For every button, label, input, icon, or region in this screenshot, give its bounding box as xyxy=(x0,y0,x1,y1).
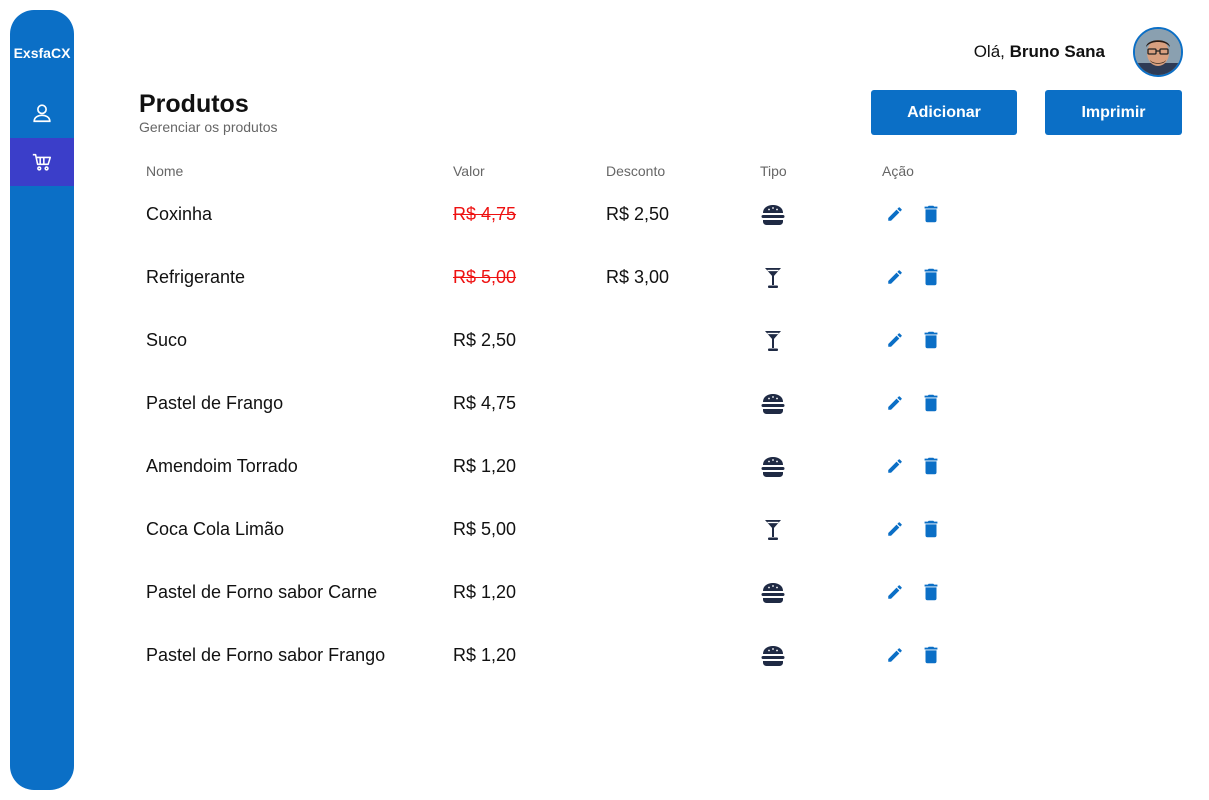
edit-icon[interactable] xyxy=(886,520,904,538)
trash-icon[interactable] xyxy=(920,329,942,351)
edit-icon[interactable] xyxy=(886,457,904,475)
edit-icon[interactable] xyxy=(886,394,904,412)
column-header-type: Tipo xyxy=(760,163,787,179)
greeting-prefix: Olá, xyxy=(973,42,1010,61)
edit-icon[interactable] xyxy=(886,646,904,664)
cocktail-icon xyxy=(760,519,786,541)
cocktail-icon xyxy=(760,267,786,289)
user-name: Bruno Sana xyxy=(1009,42,1105,61)
burger-icon xyxy=(760,582,786,604)
sidebar-item-users[interactable] xyxy=(10,89,74,137)
product-name: Pastel de Forno sabor Frango xyxy=(146,645,386,665)
table-row: Coxinha R$ 4,75 R$ 2,50 xyxy=(0,202,1209,265)
page-title: Produtos xyxy=(139,90,249,118)
edit-icon[interactable] xyxy=(886,583,904,601)
user-greeting: Olá, Bruno Sana xyxy=(974,42,1105,62)
user-icon xyxy=(33,104,51,123)
product-value: R$ 1,20 xyxy=(453,582,517,602)
brand-logo: ExsfaCX xyxy=(13,45,71,61)
print-button[interactable]: Imprimir xyxy=(1045,90,1182,135)
trash-icon[interactable] xyxy=(920,266,942,288)
cart-icon xyxy=(32,153,52,171)
product-value: R$ 4,75 xyxy=(453,393,517,413)
column-header-name: Nome xyxy=(146,163,184,179)
table-row: Pastel de Forno sabor Carne R$ 1,20 xyxy=(0,580,1209,643)
product-discount: R$ 3,00 xyxy=(606,267,670,287)
add-product-button[interactable]: Adicionar xyxy=(871,90,1017,135)
table-row: Pastel de Forno sabor Frango R$ 1,20 xyxy=(0,643,1209,706)
column-header-action: Ação xyxy=(882,163,914,179)
avatar-photo xyxy=(1135,29,1181,75)
page-subtitle: Gerenciar os produtos xyxy=(139,119,278,135)
product-name: Pastel de Forno sabor Carne xyxy=(146,582,378,602)
burger-icon xyxy=(760,204,786,226)
edit-icon[interactable] xyxy=(886,268,904,286)
product-name: Coxinha xyxy=(146,204,213,224)
burger-icon xyxy=(760,456,786,478)
burger-icon xyxy=(760,645,786,667)
product-value: R$ 5,00 xyxy=(453,519,517,539)
table-row: Amendoim Torrado R$ 1,20 xyxy=(0,454,1209,517)
product-value: R$ 1,20 xyxy=(453,456,517,476)
table-row: Pastel de Frango R$ 4,75 xyxy=(0,391,1209,454)
trash-icon[interactable] xyxy=(920,581,942,603)
trash-icon[interactable] xyxy=(920,203,942,225)
column-header-value: Valor xyxy=(453,163,485,179)
product-discount: R$ 2,50 xyxy=(606,204,670,224)
trash-icon[interactable] xyxy=(920,455,942,477)
edit-icon[interactable] xyxy=(886,205,904,223)
cocktail-icon xyxy=(760,330,786,352)
sidebar-item-products[interactable] xyxy=(10,138,74,186)
product-value: R$ 4,75 xyxy=(453,204,517,224)
table-row: Suco R$ 2,50 xyxy=(0,328,1209,391)
trash-icon[interactable] xyxy=(920,392,942,414)
burger-icon xyxy=(760,393,786,415)
product-name: Suco xyxy=(146,330,188,350)
table-row: Refrigerante R$ 5,00 R$ 3,00 xyxy=(0,265,1209,328)
product-name: Coca Cola Limão xyxy=(146,519,285,539)
product-value: R$ 5,00 xyxy=(453,267,517,287)
avatar[interactable] xyxy=(1133,27,1183,77)
product-name: Refrigerante xyxy=(146,267,246,287)
trash-icon[interactable] xyxy=(920,644,942,666)
product-value: R$ 1,20 xyxy=(453,645,517,665)
product-name: Pastel de Frango xyxy=(146,393,284,413)
edit-icon[interactable] xyxy=(886,331,904,349)
product-name: Amendoim Torrado xyxy=(146,456,298,476)
product-value: R$ 2,50 xyxy=(453,330,517,350)
table-row: Coca Cola Limão R$ 5,00 xyxy=(0,517,1209,580)
trash-icon[interactable] xyxy=(920,518,942,540)
column-header-discount: Desconto xyxy=(606,163,666,179)
